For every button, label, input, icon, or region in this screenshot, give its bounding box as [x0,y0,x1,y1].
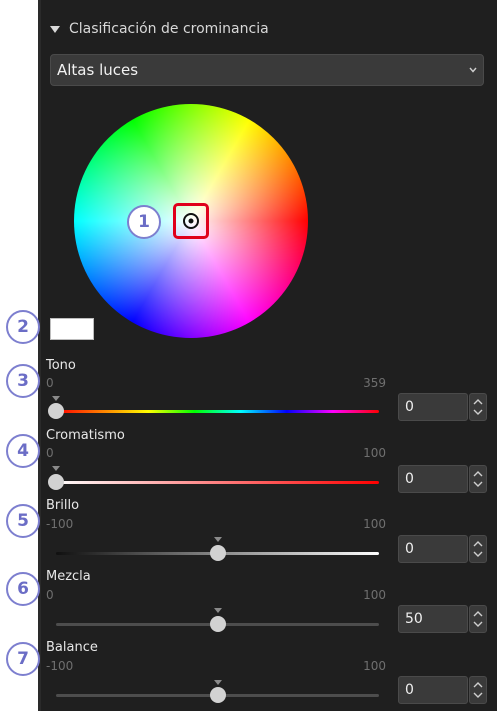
hue-slider-thumb[interactable] [48,403,64,419]
balance-spinner[interactable] [469,676,487,704]
slider-default-marker [52,466,60,471]
hue-label: Tono [46,358,76,373]
hue-spinner[interactable] [469,393,487,421]
color-picker-target-icon[interactable] [181,211,201,231]
panel-divider [38,0,41,711]
callout-badge: 5 [6,504,40,538]
mix-label: Mezcla [46,569,91,584]
brightness-max: 100 [363,517,386,531]
chroma-slider-thumb[interactable] [48,474,64,490]
brightness-spinner[interactable] [469,535,487,563]
mix-max: 100 [363,588,386,602]
callout-badge: 6 [6,572,40,606]
callout-badge: 1 [127,205,161,239]
hue-min: 0 [46,376,54,390]
mix-slider-thumb[interactable] [209,616,226,632]
brightness-slider-thumb[interactable] [209,545,226,561]
hue-slider-track[interactable] [56,410,379,413]
balance-label: Balance [46,640,98,655]
balance-value-field[interactable]: 0 [398,676,468,704]
up-down-arrows-icon [473,611,483,627]
slider-default-marker [52,396,60,401]
tone-range-dropdown[interactable]: Altas luces [50,54,484,86]
chevron-down-icon [469,67,477,73]
tone-range-value: Altas luces [57,61,139,79]
up-down-arrows-icon [473,541,483,557]
balance-min: -100 [46,659,74,673]
up-down-arrows-icon [473,682,483,698]
mix-value-field[interactable]: 50 [398,605,468,633]
callout-badge: 2 [6,310,40,344]
hue-max: 359 [363,376,386,390]
mix-spinner[interactable] [469,605,487,633]
balance-max: 100 [363,659,386,673]
chroma-value-field[interactable]: 0 [398,465,468,493]
collapse-triangle-icon[interactable] [50,25,60,33]
slider-default-marker [213,537,222,542]
chroma-max: 100 [363,446,386,460]
section-header[interactable]: Clasificación de crominancia [50,18,269,40]
slider-default-marker [213,680,222,685]
up-down-arrows-icon [473,471,483,487]
up-down-arrows-icon [473,399,483,415]
chroma-slider-track[interactable] [56,481,379,484]
brightness-min: -100 [46,517,74,531]
slider-default-marker [213,608,222,613]
color-swatch[interactable] [50,318,94,340]
callout-badge: 4 [6,434,40,468]
chroma-label: Cromatismo [46,428,125,443]
chroma-spinner[interactable] [469,465,487,493]
brightness-value-field[interactable]: 0 [398,535,468,563]
brightness-label: Brillo [46,498,80,513]
callout-badge: 3 [6,364,40,398]
callout-badge: 7 [6,642,40,676]
section-title: Clasificación de crominancia [69,21,269,37]
chroma-min: 0 [46,446,54,460]
hue-value-field[interactable]: 0 [398,393,468,421]
mix-min: 0 [46,588,54,602]
balance-slider-thumb[interactable] [209,687,226,703]
